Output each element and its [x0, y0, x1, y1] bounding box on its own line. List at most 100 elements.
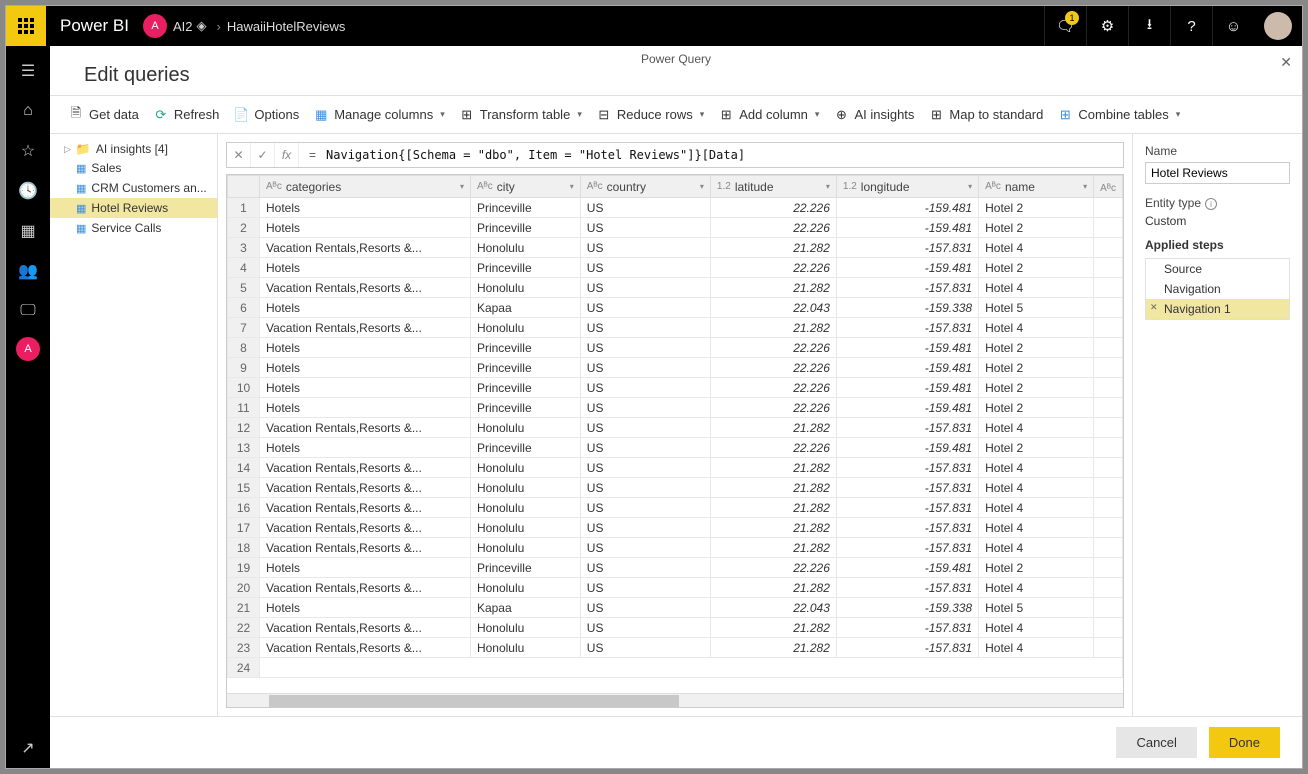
- row-number[interactable]: 12: [228, 418, 260, 438]
- cell-country[interactable]: US: [580, 478, 710, 498]
- cell-categories[interactable]: Vacation Rentals,Resorts &...: [260, 618, 471, 638]
- add-column-button[interactable]: ⊞Add column▾: [718, 107, 819, 123]
- nav-workspace-avatar[interactable]: A: [16, 337, 40, 361]
- cell-country[interactable]: US: [580, 438, 710, 458]
- cell-city[interactable]: Princeville: [470, 198, 580, 218]
- table-row[interactable]: 10HotelsPrincevilleUS22.226-159.481Hotel…: [228, 378, 1123, 398]
- cell-name[interactable]: Hotel 4: [979, 458, 1094, 478]
- cell-name[interactable]: Hotel 4: [979, 318, 1094, 338]
- cell-country[interactable]: US: [580, 338, 710, 358]
- table-row[interactable]: 4HotelsPrincevilleUS22.226-159.481Hotel …: [228, 258, 1123, 278]
- cell-longitude[interactable]: -159.481: [836, 218, 978, 238]
- table-row[interactable]: 11HotelsPrincevilleUS22.226-159.481Hotel…: [228, 398, 1123, 418]
- cell-latitude[interactable]: 21.282: [710, 618, 836, 638]
- table-row[interactable]: 2HotelsPrincevilleUS22.226-159.481Hotel …: [228, 218, 1123, 238]
- cell-categories[interactable]: Hotels: [260, 378, 471, 398]
- table-row[interactable]: 6HotelsKapaaUS22.043-159.338Hotel 5: [228, 298, 1123, 318]
- cell-categories[interactable]: Hotels: [260, 358, 471, 378]
- cell-country[interactable]: US: [580, 378, 710, 398]
- cell-latitude[interactable]: 21.282: [710, 538, 836, 558]
- table-row[interactable]: 1HotelsPrincevilleUS22.226-159.481Hotel …: [228, 198, 1123, 218]
- fx-icon[interactable]: fx: [275, 143, 299, 167]
- cell-categories[interactable]: Vacation Rentals,Resorts &...: [260, 578, 471, 598]
- transform-table-button[interactable]: ⊞Transform table▾: [459, 107, 582, 123]
- cell-longitude[interactable]: -157.831: [836, 518, 978, 538]
- nav-getdata-icon[interactable]: ↗: [6, 728, 50, 768]
- column-dropdown-icon[interactable]: ▾: [968, 182, 972, 191]
- cell-longitude[interactable]: -159.481: [836, 198, 978, 218]
- row-number[interactable]: 18: [228, 538, 260, 558]
- cell-latitude[interactable]: 21.282: [710, 458, 836, 478]
- cell-categories[interactable]: Hotels: [260, 198, 471, 218]
- nav-workspaces-icon[interactable]: 🖵: [6, 291, 50, 331]
- row-number[interactable]: 6: [228, 298, 260, 318]
- row-number[interactable]: 1: [228, 198, 260, 218]
- cell-name[interactable]: Hotel 2: [979, 358, 1094, 378]
- app-launcher-icon[interactable]: [6, 6, 46, 46]
- cell-longitude[interactable]: -157.831: [836, 638, 978, 658]
- cell-latitude[interactable]: 22.226: [710, 218, 836, 238]
- cell-city[interactable]: Honolulu: [470, 238, 580, 258]
- cell-country[interactable]: US: [580, 258, 710, 278]
- cell-name[interactable]: Hotel 2: [979, 398, 1094, 418]
- cell-city[interactable]: Honolulu: [470, 478, 580, 498]
- cell-city[interactable]: Honolulu: [470, 638, 580, 658]
- cell-longitude[interactable]: -157.831: [836, 578, 978, 598]
- cell-latitude[interactable]: 21.282: [710, 418, 836, 438]
- commit-formula-icon[interactable]: ✓: [251, 143, 275, 167]
- cell-name[interactable]: Hotel 5: [979, 598, 1094, 618]
- row-number[interactable]: 19: [228, 558, 260, 578]
- cell-latitude[interactable]: 21.282: [710, 498, 836, 518]
- nav-menu-icon[interactable]: ☰: [6, 51, 50, 91]
- cell-latitude[interactable]: 22.043: [710, 298, 836, 318]
- cell-name[interactable]: Hotel 4: [979, 418, 1094, 438]
- cell-longitude[interactable]: -157.831: [836, 498, 978, 518]
- cell-longitude[interactable]: -157.831: [836, 478, 978, 498]
- cell-categories[interactable]: Vacation Rentals,Resorts &...: [260, 478, 471, 498]
- help-icon[interactable]: ?: [1170, 6, 1212, 46]
- cell-longitude[interactable]: -159.481: [836, 378, 978, 398]
- cell-country[interactable]: US: [580, 618, 710, 638]
- row-number[interactable]: 20: [228, 578, 260, 598]
- cell-longitude[interactable]: -157.831: [836, 318, 978, 338]
- cell-latitude[interactable]: 22.226: [710, 398, 836, 418]
- column-dropdown-icon[interactable]: ▾: [460, 182, 464, 191]
- column-dropdown-icon[interactable]: ▾: [700, 182, 704, 191]
- column-header[interactable]: Aᴮccountry▾: [580, 176, 710, 198]
- query-item[interactable]: ▦Sales: [50, 158, 217, 178]
- column-dropdown-icon[interactable]: ▾: [826, 182, 830, 191]
- done-button[interactable]: Done: [1209, 727, 1280, 758]
- get-data-button[interactable]: 🗎Get data: [68, 107, 139, 123]
- row-number[interactable]: 11: [228, 398, 260, 418]
- cell-city[interactable]: Princeville: [470, 358, 580, 378]
- user-avatar[interactable]: [1264, 12, 1292, 40]
- applied-step[interactable]: Navigation: [1146, 279, 1289, 299]
- row-number[interactable]: 24: [228, 658, 260, 678]
- cell-latitude[interactable]: 21.282: [710, 318, 836, 338]
- cell-country[interactable]: US: [580, 638, 710, 658]
- rownum-header[interactable]: [228, 176, 260, 198]
- cell-categories[interactable]: Vacation Rentals,Resorts &...: [260, 278, 471, 298]
- nav-home-icon[interactable]: ⌂: [6, 91, 50, 131]
- table-row[interactable]: 19HotelsPrincevilleUS22.226-159.481Hotel…: [228, 558, 1123, 578]
- cell-categories[interactable]: Vacation Rentals,Resorts &...: [260, 518, 471, 538]
- cell-latitude[interactable]: 22.226: [710, 378, 836, 398]
- cell-categories[interactable]: Vacation Rentals,Resorts &...: [260, 498, 471, 518]
- cell-longitude[interactable]: -157.831: [836, 418, 978, 438]
- cell-name[interactable]: Hotel 5: [979, 298, 1094, 318]
- table-row[interactable]: 18Vacation Rentals,Resorts &...HonoluluU…: [228, 538, 1123, 558]
- cell-name[interactable]: Hotel 4: [979, 578, 1094, 598]
- cell-city[interactable]: Princeville: [470, 438, 580, 458]
- cell-city[interactable]: Honolulu: [470, 418, 580, 438]
- cell-name[interactable]: Hotel 4: [979, 618, 1094, 638]
- cell-country[interactable]: US: [580, 458, 710, 478]
- cell-name[interactable]: Hotel 2: [979, 198, 1094, 218]
- applied-step[interactable]: Navigation 1: [1146, 299, 1289, 319]
- cell-longitude[interactable]: -159.481: [836, 258, 978, 278]
- row-number[interactable]: 21: [228, 598, 260, 618]
- cell-name[interactable]: Hotel 4: [979, 638, 1094, 658]
- cell-country[interactable]: US: [580, 578, 710, 598]
- row-number[interactable]: 13: [228, 438, 260, 458]
- cell-longitude[interactable]: -159.338: [836, 598, 978, 618]
- cell-city[interactable]: Princeville: [470, 258, 580, 278]
